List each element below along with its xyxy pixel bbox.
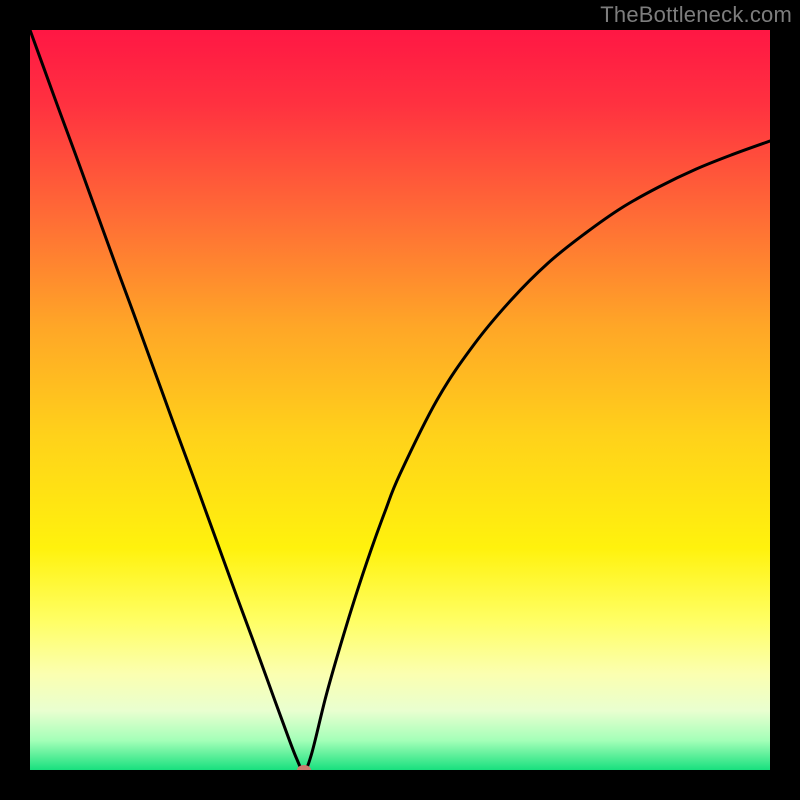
minimum-marker <box>297 765 311 770</box>
watermark-text: TheBottleneck.com <box>600 2 792 28</box>
curve-path <box>30 30 770 770</box>
plot-area <box>30 30 770 770</box>
chart-stage: TheBottleneck.com <box>0 0 800 800</box>
bottleneck-curve <box>30 30 770 770</box>
